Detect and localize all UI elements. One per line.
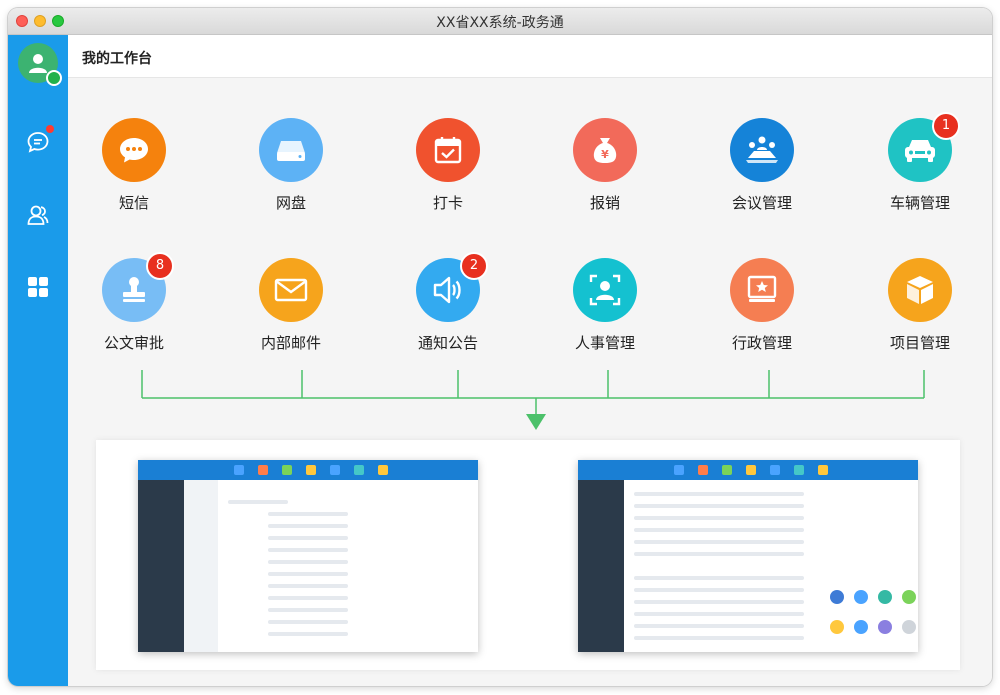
user-icon	[29, 54, 47, 73]
app-window: XX省XX系统-政务通 我的工作台 短信 网盘 打卡 ¥ 报销 会议管理 1 车…	[8, 8, 992, 686]
preview-panel	[96, 440, 960, 670]
sidebar	[8, 35, 68, 686]
unread-dot	[46, 125, 54, 133]
sidebar-item-messages[interactable]	[25, 129, 51, 155]
grid-icon	[28, 277, 48, 297]
sidebar-item-apps[interactable]	[25, 274, 51, 300]
window-title: XX省XX系统-政务通	[436, 15, 564, 31]
form-screenshot	[138, 460, 478, 652]
header: 我的工作台	[68, 35, 992, 78]
contacts-icon	[27, 205, 49, 225]
online-status-dot	[46, 70, 62, 86]
connector-lines	[141, 370, 925, 430]
dashboard-screenshot	[578, 460, 918, 652]
title-bar: XX省XX系统-政务通	[8, 8, 992, 35]
page-title: 我的工作台	[82, 51, 152, 67]
workbench: 短信 网盘 打卡 ¥ 报销 会议管理 1 车辆管理 8 公文审批 内部邮件 2 …	[68, 78, 992, 686]
arrow-down-icon	[526, 414, 546, 430]
sidebar-item-contacts[interactable]	[25, 202, 51, 228]
chat-icon	[27, 132, 49, 153]
